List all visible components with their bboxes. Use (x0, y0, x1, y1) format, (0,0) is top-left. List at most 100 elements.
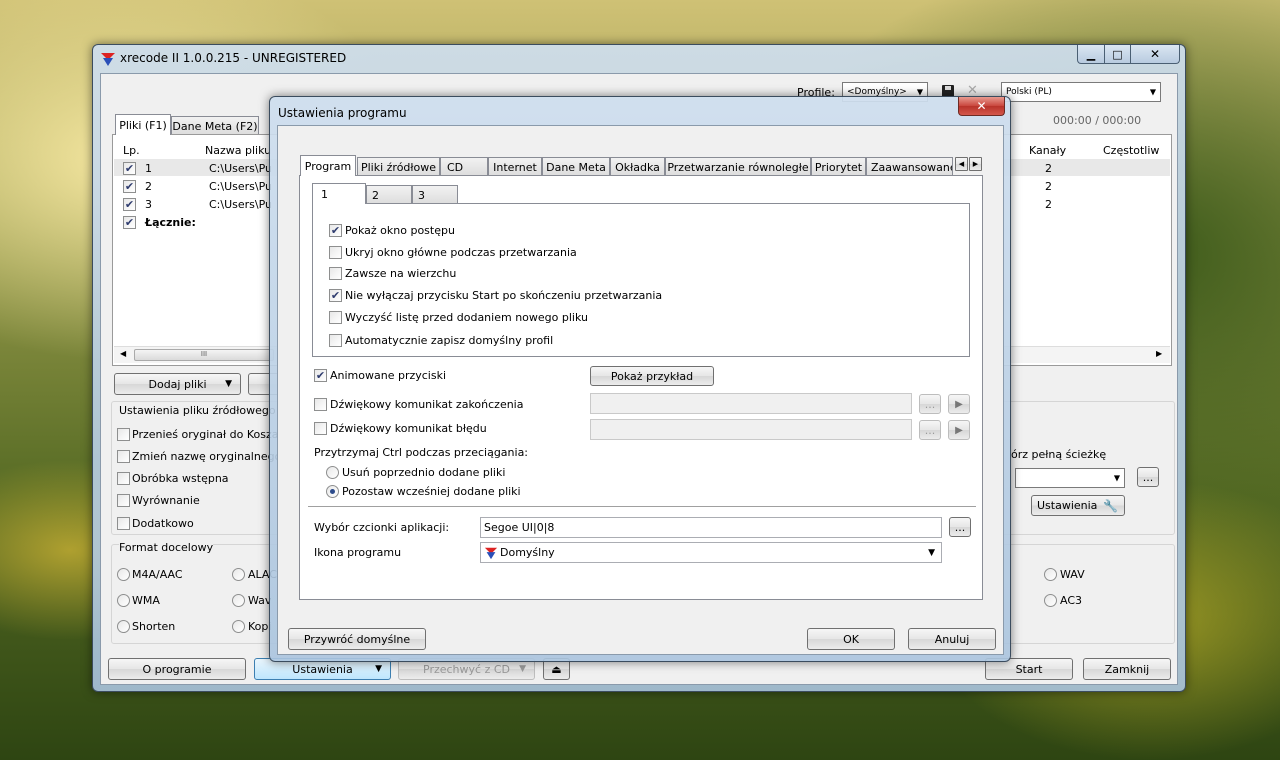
scroll-left-arrow[interactable]: ◀ (120, 349, 126, 358)
format-shorten-label: Shorten (132, 620, 176, 633)
row-path: C:\Users\Pu (209, 162, 273, 175)
subtab-1[interactable]: 1 (312, 183, 366, 204)
icon-select[interactable]: Domyślny ▼ (480, 542, 942, 563)
tab-parallel[interactable]: Przetwarzanie równoległe (665, 157, 811, 176)
col-header-filename[interactable]: Nazwa pliku (205, 144, 271, 157)
format-wma-label: WMA (132, 594, 160, 607)
opt-normalize-checkbox[interactable] (117, 494, 130, 507)
program-tab-page: 1 2 3 ✔ Pokaż okno postępu Ukryj okno gł… (299, 175, 983, 600)
dialog-close-button[interactable]: ✕ (958, 97, 1005, 116)
hide-main-window-checkbox[interactable] (329, 246, 342, 259)
tab-program[interactable]: Program (300, 155, 356, 176)
output-path-select[interactable]: ▼ (1015, 468, 1125, 488)
opt-move-to-trash-checkbox[interactable] (117, 428, 130, 441)
row-checkbox[interactable]: ✔ (123, 180, 136, 193)
about-button[interactable]: O programie (108, 658, 246, 680)
scroll-right-arrow[interactable]: ▶ (1156, 349, 1162, 358)
sound-finish-path[interactable] (590, 393, 912, 414)
always-on-top-label: Zawsze na wierzchu (345, 267, 457, 280)
sound-error-label: Dźwiękowy komunikat błędu (330, 422, 487, 435)
window-controls: ▁ □ ✕ (1077, 45, 1182, 64)
show-progress-checkbox[interactable]: ✔ (329, 224, 342, 237)
opt-extra-checkbox[interactable] (117, 517, 130, 530)
tab-scroll-right[interactable]: ▶ (969, 157, 982, 171)
keep-start-enabled-checkbox[interactable]: ✔ (329, 289, 342, 302)
sound-finish-browse[interactable]: ... (919, 394, 941, 414)
dialog-title: Ustawienia programu (278, 106, 407, 120)
settings-dialog: Ustawienia programu ✕ Program Pliki źród… (269, 96, 1011, 662)
animated-buttons-checkbox[interactable]: ✔ (314, 369, 327, 382)
row-channels: 2 (1045, 162, 1052, 175)
restore-defaults-button[interactable]: Przywróć domyślne (288, 628, 426, 650)
close-window-button[interactable]: ✕ (1131, 45, 1180, 64)
row-number: 2 (145, 180, 152, 193)
format-wav-mid-radio[interactable] (232, 594, 245, 607)
format-alac-radio[interactable] (232, 568, 245, 581)
subtab-3[interactable]: 3 (412, 185, 458, 204)
subtab-2[interactable]: 2 (366, 185, 412, 204)
remove-previous-radio[interactable] (326, 466, 339, 479)
total-checkbox[interactable]: ✔ (123, 216, 136, 229)
tab-internet[interactable]: Internet (488, 157, 542, 176)
col-header-lp[interactable]: Lp. (123, 144, 140, 157)
keep-start-enabled-label: Nie wyłączaj przycisku Start po skończen… (345, 289, 663, 302)
tab-advanced[interactable]: Zaawansowane (866, 157, 953, 176)
row-checkbox[interactable]: ✔ (123, 198, 136, 211)
keep-previous-radio[interactable] (326, 485, 339, 498)
font-browse-button[interactable]: ... (949, 517, 971, 537)
scroll-thumb[interactable]: III (134, 349, 274, 361)
add-files-button[interactable]: Dodaj pliki ▼ (114, 373, 241, 395)
output-browse-button[interactable]: ... (1137, 467, 1159, 487)
sound-error-path[interactable] (590, 419, 912, 440)
row-checkbox[interactable]: ✔ (123, 162, 136, 175)
autosave-profile-checkbox[interactable] (329, 334, 342, 347)
sound-error-browse[interactable]: ... (919, 420, 941, 440)
format-wav-mid-label: Wav (248, 594, 272, 607)
output-settings-button[interactable]: Ustawienia 🔧 (1031, 495, 1125, 516)
font-field[interactable]: Segoe UI|0|8 (480, 517, 942, 538)
cancel-button[interactable]: Anuluj (908, 628, 996, 650)
format-wma-radio[interactable] (117, 594, 130, 607)
tab-files[interactable]: Pliki (F1) (115, 114, 171, 135)
tab-cd[interactable]: CD (440, 157, 488, 176)
format-ac3-radio[interactable] (1044, 594, 1057, 607)
keep-previous-label: Pozostaw wcześniej dodane pliki (342, 485, 521, 498)
language-select[interactable]: Polski (PL) ▼ (1001, 82, 1161, 102)
format-wav-radio[interactable] (1044, 568, 1057, 581)
remove-previous-label: Usuń poprzednio dodane pliki (342, 466, 506, 479)
wrench-icon: 🔧 (1103, 498, 1118, 513)
sound-error-checkbox[interactable] (314, 422, 327, 435)
format-shorten-radio[interactable] (117, 620, 130, 633)
app-logo-icon (100, 51, 116, 67)
opt-preprocess-checkbox[interactable] (117, 472, 130, 485)
format-copy-radio[interactable] (232, 620, 245, 633)
col-header-channels[interactable]: Kanały (1029, 144, 1066, 157)
tab-source-files[interactable]: Pliki źródłowe (357, 157, 440, 176)
show-progress-label: Pokaż okno postępu (345, 224, 455, 237)
maximize-button[interactable]: □ (1105, 45, 1131, 64)
autosave-profile-label: Automatycznie zapisz domyślny profil (345, 334, 554, 347)
col-header-frequency[interactable]: Częstotliw (1103, 144, 1159, 157)
always-on-top-checkbox[interactable] (329, 267, 342, 280)
tab-metadata[interactable]: Dane Meta (542, 157, 610, 176)
clear-list-checkbox[interactable] (329, 311, 342, 324)
animated-buttons-label: Animowane przyciski (330, 369, 447, 382)
tab-cover[interactable]: Okładka (610, 157, 665, 176)
close-app-button[interactable]: Zamknij (1083, 658, 1171, 680)
tab-priority[interactable]: Priorytet (811, 157, 866, 176)
opt-normalize-label: Wyrównanie (132, 494, 200, 507)
opt-rename-checkbox[interactable] (117, 450, 130, 463)
tab-meta[interactable]: Dane Meta (F2) (171, 116, 259, 135)
ok-button[interactable]: OK (807, 628, 895, 650)
opt-move-to-trash-label: Przenieś oryginał do Kosza (132, 428, 279, 441)
sound-finish-play-icon[interactable]: ▶ (948, 394, 970, 414)
sound-finish-checkbox[interactable] (314, 398, 327, 411)
sound-error-play-icon[interactable]: ▶ (948, 420, 970, 440)
minimize-button[interactable]: ▁ (1077, 45, 1105, 64)
tab-scroll-left[interactable]: ◀ (955, 157, 968, 171)
format-m4a-radio[interactable] (117, 568, 130, 581)
row-number: 3 (145, 198, 152, 211)
hide-main-window-label: Ukryj okno główne podczas przetwarzania (345, 246, 577, 259)
source-settings-title: Ustawienia pliku źródłowego (119, 404, 276, 417)
show-example-button[interactable]: Pokaż przykład (590, 366, 714, 386)
